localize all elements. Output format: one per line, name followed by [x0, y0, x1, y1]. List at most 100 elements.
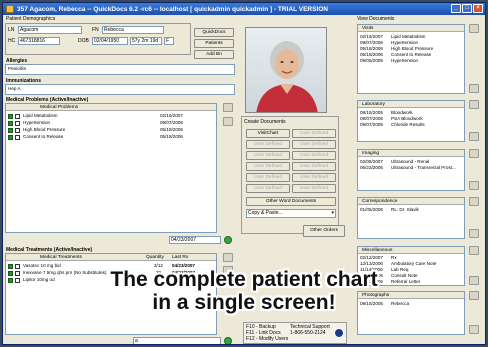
problem-name: Lipid Metabolism [23, 113, 58, 118]
problems-header: Medical Problems [6, 104, 216, 111]
other-orders-button[interactable]: Other Orders [303, 225, 345, 237]
laboratory-open-button[interactable] [469, 100, 479, 109]
close-button[interactable]: × [473, 4, 483, 13]
copy-paste-select[interactable]: Copy & Paste... ▾ [246, 209, 336, 218]
user-defined-button[interactable]: User Defined [246, 162, 290, 171]
visits-add-button[interactable] [469, 84, 479, 93]
health-card-field[interactable]: 467318816 [18, 37, 60, 45]
problem-row[interactable]: High Blood Pressure 05/18/2006 [6, 127, 216, 133]
treatments-header: Medical Treatments Quantity Last Rx [6, 254, 216, 261]
overlay-headline-line1: The complete patient chart [110, 268, 378, 291]
imaging-list[interactable]: Imaging 02/08/2007 Ultrasound - Renal 06/… [357, 149, 465, 191]
problems-edit-button[interactable] [223, 103, 233, 112]
inactive-checkbox[interactable] [15, 113, 20, 119]
imaging-row[interactable]: 06/23/2005 Ultrasound - Transrectal Prost… [358, 165, 464, 171]
lab-row[interactable]: 09/07/2005 Chloride Results [358, 122, 464, 128]
window-title: 357 Agacom, Rebecca -- QuickDocs 6.2 -rc… [17, 5, 328, 13]
allergies-box[interactable]: Penicillin [5, 64, 235, 75]
add-problem-go-icon[interactable] [224, 236, 232, 244]
maximize-button[interactable]: □ [462, 4, 472, 13]
copy-paste-value: Copy & Paste... [248, 210, 283, 216]
correspondence-row[interactable]: 01/05/2006 RL: Dr. Slavik [358, 207, 464, 213]
imaging-open-button[interactable] [469, 149, 479, 158]
problem-date: 05/18/2006 [160, 134, 183, 139]
user-defined-button[interactable]: User Defined [246, 151, 290, 160]
support-phone: 1-866-550-2124 [290, 330, 326, 336]
active-checkbox[interactable] [8, 113, 13, 119]
photographs-add-button[interactable] [469, 325, 479, 334]
patients-button[interactable]: Patients [194, 39, 234, 48]
user-defined-button[interactable]: User Defined [292, 140, 336, 149]
miscellaneous-header: Miscellaneous [358, 247, 464, 254]
problem-row[interactable]: Consent to Release 05/18/2006 [6, 134, 216, 140]
user-defined-label: User Defined [254, 186, 282, 191]
first-name-field[interactable]: Rebecca [102, 26, 164, 34]
treatment-search-field[interactable]: a [133, 337, 221, 344]
problem-date: 09/07/2006 [160, 120, 183, 125]
active-checkbox[interactable] [8, 134, 13, 140]
user-defined-button[interactable]: User Defined [246, 173, 290, 182]
user-defined-label: User Defined [254, 164, 282, 169]
hc-label: HC [8, 38, 16, 44]
allergy-item: Penicillin [8, 66, 27, 71]
user-defined-button[interactable]: User Defined [292, 129, 336, 138]
problem-row[interactable]: Lipid Metabolism 02/16/2007 [6, 113, 216, 119]
problems-list[interactable]: Medical Problems Lipid Metabolism 02/16/… [5, 103, 217, 233]
user-defined-button[interactable]: User Defined [292, 173, 336, 182]
age-field: 57y 2m 19d [130, 37, 162, 45]
visit-date: 09/05/2005 [360, 58, 383, 63]
lab-date: 09/07/2005 [360, 122, 383, 127]
inactive-checkbox[interactable] [15, 127, 20, 133]
user-defined-label: User Defined [254, 175, 282, 180]
treatments-header-last: Last Rx [172, 255, 189, 260]
imaging-add-button[interactable] [469, 181, 479, 190]
add-bn-button[interactable]: Add Bn [194, 50, 234, 59]
dob-field[interactable]: 02/04/1950 [92, 37, 128, 45]
user-defined-button[interactable]: User Defined [292, 184, 336, 193]
visits-list[interactable]: Visits 02/16/2007 Lipid Metabolism 09/07/… [357, 24, 465, 94]
immunization-item: Hep A [8, 86, 21, 91]
problem-name: Hypertension [23, 120, 51, 125]
miscellaneous-open-button[interactable] [469, 246, 479, 255]
last-name-field[interactable]: Agacom [18, 26, 82, 34]
laboratory-header: Laboratory [358, 101, 464, 108]
inactive-checkbox[interactable] [15, 120, 20, 126]
chevron-down-icon: ▾ [331, 210, 334, 216]
correspondence-open-button[interactable] [469, 197, 479, 206]
lab-desc: Chloride Results [391, 122, 425, 127]
user-defined-label: User Defined [300, 186, 328, 191]
problem-name: Consent to Release [23, 134, 64, 139]
user-defined-label: User Defined [254, 142, 282, 147]
user-defined-button[interactable]: User Defined [292, 151, 336, 160]
user-defined-button[interactable]: User Defined [246, 140, 290, 149]
inactive-checkbox[interactable] [15, 134, 20, 140]
user-defined-button[interactable]: User Defined [292, 162, 336, 171]
add-bn-label: Add Bn [206, 52, 222, 57]
visit-desc: Hypertension [391, 58, 419, 63]
user-defined-button[interactable]: User Defined [246, 184, 290, 193]
correspondence-add-button[interactable] [469, 229, 479, 238]
visits-open-button[interactable] [469, 24, 479, 33]
treatments-edit-button[interactable] [223, 253, 233, 262]
problem-row[interactable]: Hypertension 09/07/2006 [6, 120, 216, 126]
sex-field[interactable]: F [164, 37, 174, 45]
active-checkbox[interactable] [8, 127, 13, 133]
laboratory-add-button[interactable] [469, 132, 479, 141]
quickdocs-button[interactable]: QuickDocs [194, 28, 234, 37]
problems-add-button[interactable] [223, 117, 233, 126]
other-orders-label: Other Orders [310, 228, 338, 233]
problem-date-field[interactable]: 04/23/2007 [169, 236, 221, 244]
immunizations-box[interactable]: Hep A [5, 84, 235, 95]
shortcut-f12: F12 - Modify Users [246, 336, 289, 342]
add-treatment-go-icon[interactable] [224, 337, 232, 344]
other-word-documents-button[interactable]: Other Word Documents [246, 197, 336, 206]
correspondence-list[interactable]: Correspondence 01/05/2006 RL: Dr. Slavik [357, 197, 465, 239]
fn-label: FN [92, 27, 99, 33]
visit-chart-button[interactable]: VisitChart [246, 129, 290, 138]
active-checkbox[interactable] [8, 120, 13, 126]
minimize-button[interactable]: _ [451, 4, 461, 13]
visit-row[interactable]: 09/05/2005 Hypertension [358, 58, 464, 64]
correspondence-header: Correspondence [358, 198, 464, 205]
laboratory-list[interactable]: Laboratory 09/15/2005 Bloodwork 09/07/200… [357, 100, 465, 142]
demographics-title: Patient Demographics [6, 16, 56, 22]
